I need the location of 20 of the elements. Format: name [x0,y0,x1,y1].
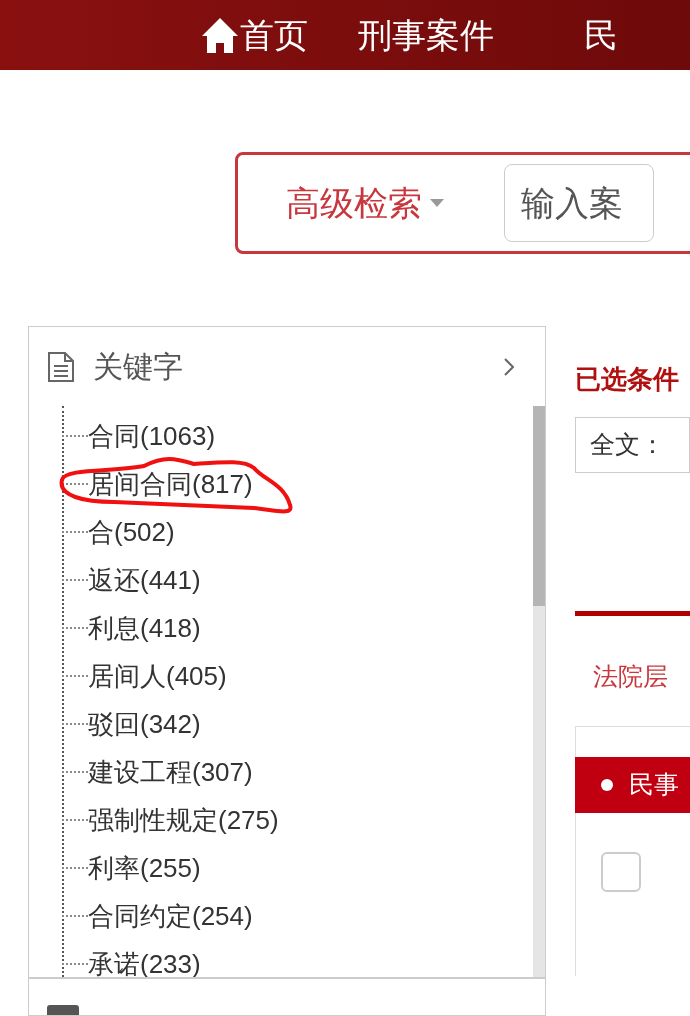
keyword-item[interactable]: 返还(441) [88,567,201,594]
keyword-item[interactable]: 合同(1063) [88,423,216,450]
court-level-tab[interactable]: 法院层 [593,658,690,696]
keyword-item[interactable]: 强制性规定(275) [88,807,279,834]
keyword-item[interactable]: 驳回(342) [88,711,201,738]
keyword-item[interactable]: 利率(255) [88,855,201,882]
condition-text: 全文： [590,429,665,461]
keyword-item[interactable]: 居间人(405) [88,663,227,690]
case-type-tab[interactable]: 民事 [575,756,690,813]
search-mode-dropdown[interactable]: 高级检索 [286,177,444,229]
panel-title: 关键字 [93,349,183,385]
nav-link[interactable]: 刑事案件 [358,18,494,52]
keyword-item[interactable]: 合同约定(254) [88,903,253,930]
keyword-item[interactable]: 建设工程(307) [88,759,253,786]
nav-link[interactable]: 首页 [200,16,308,54]
search-input[interactable]: 输入案 [504,164,654,242]
keyword-item[interactable]: 合(502) [88,519,175,546]
section-title: 已选条件 [575,363,680,396]
keyword-item[interactable]: 利息(418) [88,615,201,642]
nav-link[interactable]: 民 [584,18,618,52]
